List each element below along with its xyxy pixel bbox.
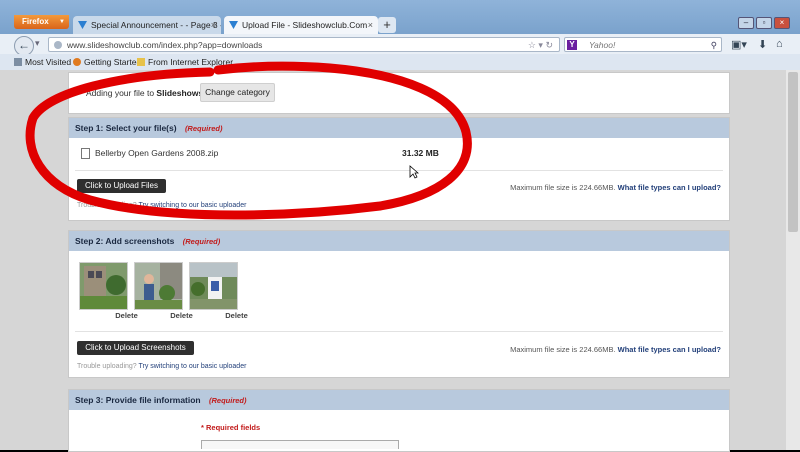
tab-title: Upload File - Slideshowclub.Com bbox=[242, 20, 368, 30]
category-name: Slideshows bbox=[156, 88, 204, 98]
dropdown-arrow-icon[interactable]: ▾ bbox=[35, 38, 40, 49]
screenshot-thumbnail[interactable] bbox=[189, 262, 238, 310]
bookmarks-menu-icon[interactable]: ▣▾ bbox=[731, 38, 747, 51]
bookmark-from-ie[interactable]: From Internet Explorer bbox=[137, 54, 233, 70]
search-icon[interactable]: ⚲ bbox=[711, 38, 717, 53]
basic-uploader-link[interactable]: Try switching to our basic uploader bbox=[139, 363, 247, 370]
required-label: (Required) bbox=[209, 396, 247, 405]
scrollbar-thumb[interactable] bbox=[788, 72, 798, 232]
site-favicon-icon bbox=[229, 21, 238, 29]
max-size-note: Maximum file size is 224.66MB. What file… bbox=[510, 183, 721, 192]
bookmark-star-icon[interactable]: ☆ ▾ ↻ bbox=[528, 38, 553, 53]
divider bbox=[75, 331, 723, 332]
site-favicon-icon bbox=[78, 21, 87, 29]
close-tab-icon[interactable]: × bbox=[368, 16, 373, 34]
firefox-menu-label: Firefox bbox=[22, 17, 49, 26]
yahoo-icon[interactable]: Y bbox=[567, 40, 577, 50]
bookmark-most-visited[interactable]: Most Visited bbox=[14, 54, 71, 70]
divider bbox=[75, 170, 723, 171]
category-panel: Adding your file to Slideshows. Change c… bbox=[68, 72, 730, 114]
delete-screenshot-button[interactable]: Delete bbox=[213, 311, 260, 320]
firefox-menu-button[interactable]: Firefox ▼ bbox=[14, 15, 69, 29]
folder-icon bbox=[14, 58, 22, 66]
firefox-icon bbox=[73, 58, 81, 66]
trouble-note: Trouble uploading? Try switching to our … bbox=[77, 363, 247, 370]
required-label: (Required) bbox=[184, 124, 223, 133]
bookmarks-toolbar: Most Visited Getting Started From Intern… bbox=[0, 54, 800, 70]
step3-header: Step 3: Provide file information (Requir… bbox=[69, 390, 729, 410]
mouse-cursor-icon bbox=[409, 165, 419, 179]
tab-bar: Firefox ▼ Special Announcement - - Page … bbox=[0, 0, 800, 34]
close-tab-icon[interactable]: × bbox=[211, 16, 216, 34]
delete-screenshot-button[interactable]: Delete bbox=[103, 311, 150, 320]
tab-special-announcement[interactable]: Special Announcement - - Page 3 - ... × bbox=[73, 16, 221, 34]
search-input[interactable]: Y Yahoo! ⚲ bbox=[564, 37, 722, 52]
delete-screenshot-button[interactable]: Delete bbox=[158, 311, 205, 320]
step1-panel: Step 1: Select your file(s) (Required) B… bbox=[68, 117, 730, 221]
folder-icon bbox=[137, 58, 145, 66]
step3-title: Step 3: Provide file information bbox=[75, 395, 201, 405]
screenshot-thumbnail[interactable] bbox=[79, 262, 128, 310]
file-name: Bellerby Open Gardens 2008.zip bbox=[95, 148, 219, 158]
address-bar[interactable]: www.slideshowclub.com/index.php?app=down… bbox=[48, 37, 560, 52]
title-input[interactable] bbox=[201, 440, 399, 449]
step3-panel: Step 3: Provide file information (Requir… bbox=[68, 389, 730, 452]
category-text: Adding your file to Slideshows. bbox=[86, 88, 206, 98]
file-types-link[interactable]: What file types can I upload? bbox=[618, 345, 721, 354]
url-text: www.slideshowclub.com/index.php?app=down… bbox=[67, 40, 263, 50]
step2-panel: Step 2: Add screenshots (Required) Delet… bbox=[68, 230, 730, 378]
new-tab-button[interactable]: + bbox=[378, 17, 396, 33]
restore-icon[interactable]: ▫ bbox=[756, 17, 772, 29]
globe-icon bbox=[54, 41, 62, 49]
step2-header: Step 2: Add screenshots (Required) bbox=[69, 231, 729, 251]
home-icon[interactable]: ⌂ bbox=[776, 38, 783, 50]
step2-title: Step 2: Add screenshots bbox=[75, 236, 175, 246]
file-types-link[interactable]: What file types can I upload? bbox=[618, 183, 721, 192]
change-category-button[interactable]: Change category bbox=[200, 83, 275, 102]
download-icon[interactable]: ⬇ bbox=[758, 38, 767, 51]
file-size: 31.32 MB bbox=[402, 148, 439, 158]
required-label: (Required) bbox=[182, 237, 221, 246]
required-fields-note: * Required fields bbox=[201, 423, 261, 432]
chevron-down-icon: ▼ bbox=[59, 19, 65, 25]
search-placeholder: Yahoo! bbox=[589, 40, 616, 50]
upload-screenshots-button[interactable]: Click to Upload Screenshots bbox=[77, 341, 194, 355]
basic-uploader-link[interactable]: Try switching to our basic uploader bbox=[139, 202, 247, 209]
max-size-note: Maximum file size is 224.66MB. What file… bbox=[510, 345, 721, 354]
bookmark-getting-started[interactable]: Getting Started bbox=[73, 54, 141, 70]
screenshot-thumbnail[interactable] bbox=[134, 262, 183, 310]
step1-header: Step 1: Select your file(s) (Required) bbox=[69, 118, 729, 138]
tab-title: Special Announcement - - Page 3 - ... bbox=[91, 20, 221, 30]
tab-upload-file[interactable]: Upload File - Slideshowclub.Com × bbox=[224, 16, 378, 34]
close-window-icon[interactable]: × bbox=[774, 17, 790, 29]
file-icon bbox=[81, 148, 90, 159]
minimize-icon[interactable]: – bbox=[738, 17, 754, 29]
step1-title: Step 1: Select your file(s) bbox=[75, 123, 177, 133]
back-arrow-icon[interactable]: ← bbox=[14, 36, 34, 56]
trouble-note: Trouble uploading? Try switching to our … bbox=[77, 202, 247, 209]
upload-files-button[interactable]: Click to Upload Files bbox=[77, 179, 166, 193]
